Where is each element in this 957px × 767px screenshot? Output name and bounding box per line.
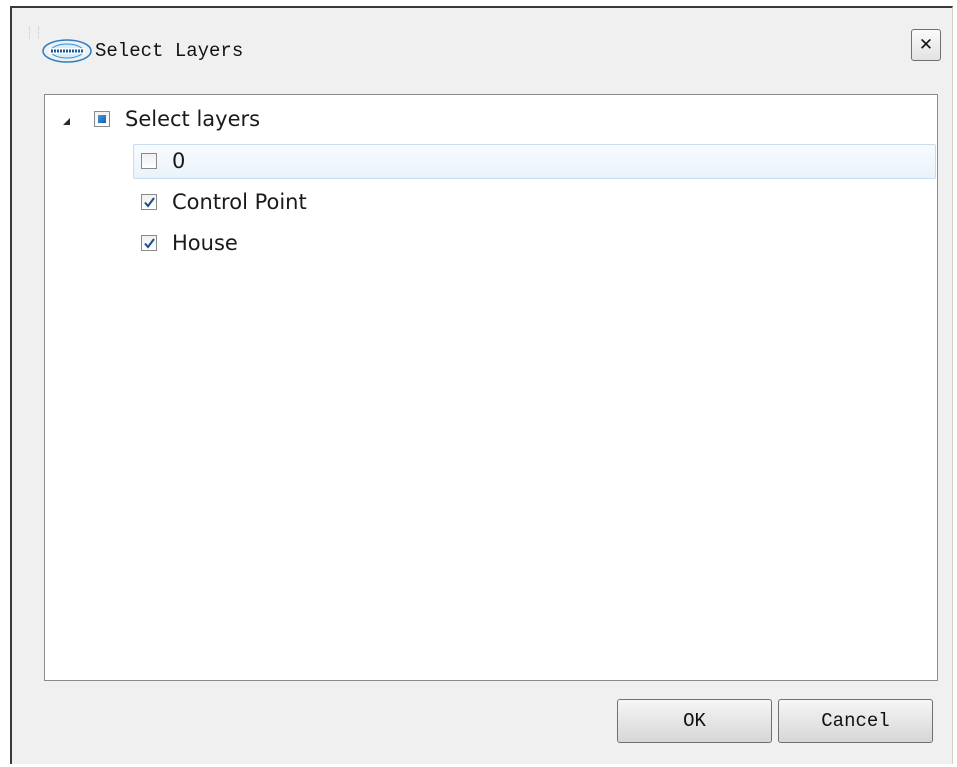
tree-item-control-point[interactable]: Control Point bbox=[141, 183, 307, 221]
dialog-title: Select Layers bbox=[95, 40, 244, 62]
tree-item-label: Control Point bbox=[172, 190, 307, 214]
layer-checkbox-0[interactable] bbox=[141, 153, 157, 169]
cancel-button-label: Cancel bbox=[821, 710, 890, 732]
tree-row-highlight bbox=[133, 144, 936, 179]
close-button[interactable]: ✕ bbox=[911, 29, 941, 61]
ok-button-label: OK bbox=[683, 710, 706, 732]
ok-button[interactable]: OK bbox=[617, 699, 772, 743]
tree-item-label: 0 bbox=[172, 149, 186, 173]
cancel-button[interactable]: Cancel bbox=[778, 699, 933, 743]
select-layers-dialog: Select Layers ✕ Select layers 0 Control … bbox=[10, 6, 953, 764]
tree-item-label: House bbox=[172, 231, 238, 255]
tree-item-house[interactable]: House bbox=[141, 224, 238, 262]
title-bar: Select Layers bbox=[40, 36, 243, 66]
drag-grip-icon[interactable] bbox=[29, 27, 39, 39]
layers-tree[interactable]: Select layers 0 Control Point House bbox=[44, 94, 938, 681]
root-checkbox[interactable] bbox=[94, 111, 110, 127]
checkmark-icon bbox=[144, 197, 155, 208]
tree-expanded-icon[interactable] bbox=[63, 117, 70, 125]
app-logo-icon bbox=[40, 38, 94, 64]
tree-item-layer-0[interactable]: 0 bbox=[141, 142, 185, 180]
tree-root-label: Select layers bbox=[125, 107, 261, 131]
layer-checkbox-house[interactable] bbox=[141, 235, 157, 251]
tree-root-row[interactable]: Select layers bbox=[63, 100, 260, 138]
layer-checkbox-control-point[interactable] bbox=[141, 194, 157, 210]
checkmark-icon bbox=[144, 238, 155, 249]
close-icon: ✕ bbox=[918, 35, 934, 55]
